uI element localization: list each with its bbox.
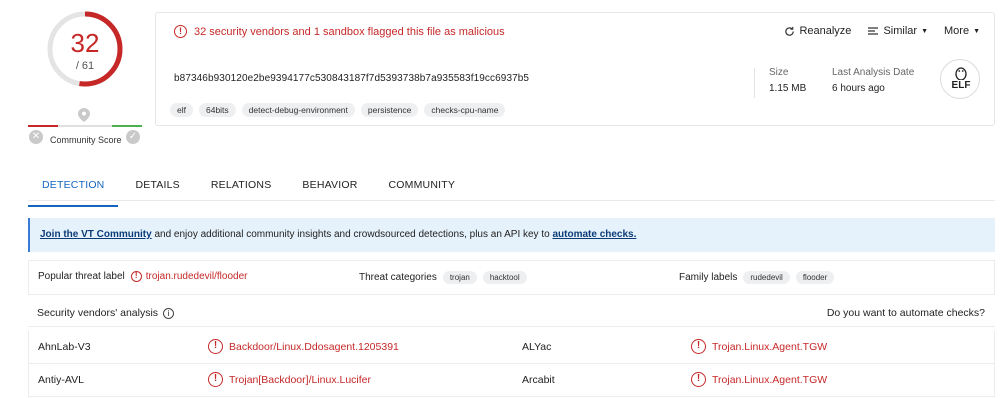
table-row: AhnLab-V3 ! Backdoor/Linux.Ddosagent.120… [28,331,995,364]
reanalyze-label: Reanalyze [799,25,852,37]
alert-circle-icon: ! [691,372,706,387]
last-analysis: Last Analysis Date 6 hours ago [832,67,914,94]
family-label-pill[interactable]: flooder [795,271,835,284]
vendor-result-text: Trojan.Linux.Agent.TGW [712,340,828,353]
tab-community[interactable]: COMMUNITY [375,172,470,207]
size-value: 1.15 MB [769,83,807,94]
size-label: Size [769,67,789,78]
penguin-icon [955,67,967,80]
detection-score-gauge: 32 / 61 [46,10,124,88]
similar-label: Similar [883,25,918,37]
threat-category-pill[interactable]: trojan [442,271,477,284]
family-label-pill[interactable]: rudedevil [743,271,790,284]
vendor-name: Antiy-AVL [38,374,84,386]
automate-checks-link[interactable]: automate checks. [552,229,636,240]
vendor-result[interactable]: ! Trojan[Backdoor]/Linux.Lucifer [208,372,371,387]
tab-detection[interactable]: DETECTION [28,172,119,207]
community-upvote-icon[interactable]: ✓ [126,130,140,144]
tabs-divider [28,200,995,201]
threat-categories: Threat categories trojan hacktool [359,271,527,284]
threat-categories-title: Threat categories [359,272,437,283]
file-type-badge: ELF [940,59,980,99]
popular-threat-text: trojan.rudedevil/flooder [145,271,248,282]
file-hash[interactable]: b87346b930120e2be9394177c530843187f7d539… [174,73,529,84]
alert-circle-icon: ! [208,339,223,354]
refresh-icon [785,26,795,36]
vendors-analysis-title-wrap: Security vendors' analysis i [37,307,175,319]
family-labels: Family labels rudedevil flooder [679,271,835,284]
alert-circle-icon: ! [130,271,142,282]
vendor-result-text: Trojan.Linux.Agent.TGW [712,373,828,386]
total-engines: / 61 [75,60,95,72]
table-row: Antiy-AVL ! Trojan[Backdoor]/Linux.Lucif… [28,364,995,397]
community-promo-banner: Join the VT Community and enjoy addition… [28,218,995,252]
family-labels-title: Family labels [679,272,738,283]
chevron-down-icon: ▼ [921,27,928,35]
section-tabs: DETECTION DETAILS RELATIONS BEHAVIOR COM… [28,172,472,207]
file-tag[interactable]: elf [170,103,193,117]
vendors-analysis-header: Security vendors' analysis i Do you want… [28,301,995,327]
detection-count: 32 [70,28,100,58]
malicious-flag-text: 32 security vendors and 1 sandbox flagge… [194,25,505,38]
alert-circle-icon: ! [691,339,706,354]
alert-circle-icon: ! [174,25,187,38]
threat-summary-row: Popular threat label ! trojan.rudedevil/… [28,260,995,295]
threat-category-pill[interactable]: hacktool [482,271,527,284]
vendor-result[interactable]: ! Trojan.Linux.Agent.TGW [691,372,827,387]
community-score-bar [28,125,142,127]
vendor-name: ALYac [522,341,552,353]
vendors-analysis-title: Security vendors' analysis [37,307,159,319]
popular-threat-value[interactable]: ! trojan.rudedevil/flooder [130,271,248,282]
popular-threat-title: Popular threat label [38,271,125,282]
community-downvote-icon[interactable]: ✕ [29,130,43,144]
file-tag[interactable]: 64bits [198,103,236,117]
vendor-name: AhnLab-V3 [38,341,91,353]
file-tag[interactable]: persistence [360,103,419,117]
alert-circle-icon: ! [208,372,223,387]
file-tag[interactable]: detect-debug-environment [241,103,355,117]
summary-actions: Reanalyze Similar ▼ More ▼ [784,25,980,37]
file-tag[interactable]: checks-cpu-name [424,103,506,117]
vendor-result[interactable]: ! Backdoor/Linux.Ddosagent.1205391 [208,339,399,354]
file-type-label: ELF [951,80,971,91]
chevron-down-icon: ▼ [973,27,980,35]
location-pin-icon [78,108,90,122]
reanalyze-button[interactable]: Reanalyze [784,25,851,37]
file-summary-card: ! 32 security vendors and 1 sandbox flag… [155,12,995,126]
info-icon[interactable]: i [163,307,175,319]
file-tags: elf 64bits detect-debug-environment pers… [170,103,506,117]
similar-dropdown[interactable]: Similar ▼ [867,25,928,37]
similar-lines-icon [868,27,879,35]
file-size: Size 1.15 MB [769,67,806,94]
malicious-flag-banner: ! 32 security vendors and 1 sandbox flag… [174,25,505,38]
tab-relations[interactable]: RELATIONS [197,172,286,207]
vendor-name: Arcabit [522,374,555,386]
more-dropdown[interactable]: More ▼ [944,25,980,37]
divider [754,68,755,98]
popular-threat-label: Popular threat label ! trojan.rudedevil/… [38,271,247,282]
tab-behavior[interactable]: BEHAVIOR [288,172,371,207]
community-negative-segment [28,125,58,127]
last-analysis-label: Last Analysis Date [832,67,915,78]
banner-text: and enjoy additional community insights … [151,229,553,240]
vendor-result[interactable]: ! Trojan.Linux.Agent.TGW [691,339,827,354]
community-score-label: Community Score [50,135,122,145]
join-community-link[interactable]: Join the VT Community [40,229,152,240]
more-label: More [944,25,970,37]
community-positive-segment [112,125,142,127]
last-analysis-value: 6 hours ago [832,83,885,94]
vendor-result-text: Trojan[Backdoor]/Linux.Lucifer [229,373,372,386]
automate-checks-prompt[interactable]: Do you want to automate checks? [827,307,985,319]
vendor-result-text: Backdoor/Linux.Ddosagent.1205391 [229,340,399,353]
tab-details[interactable]: DETAILS [121,172,193,207]
